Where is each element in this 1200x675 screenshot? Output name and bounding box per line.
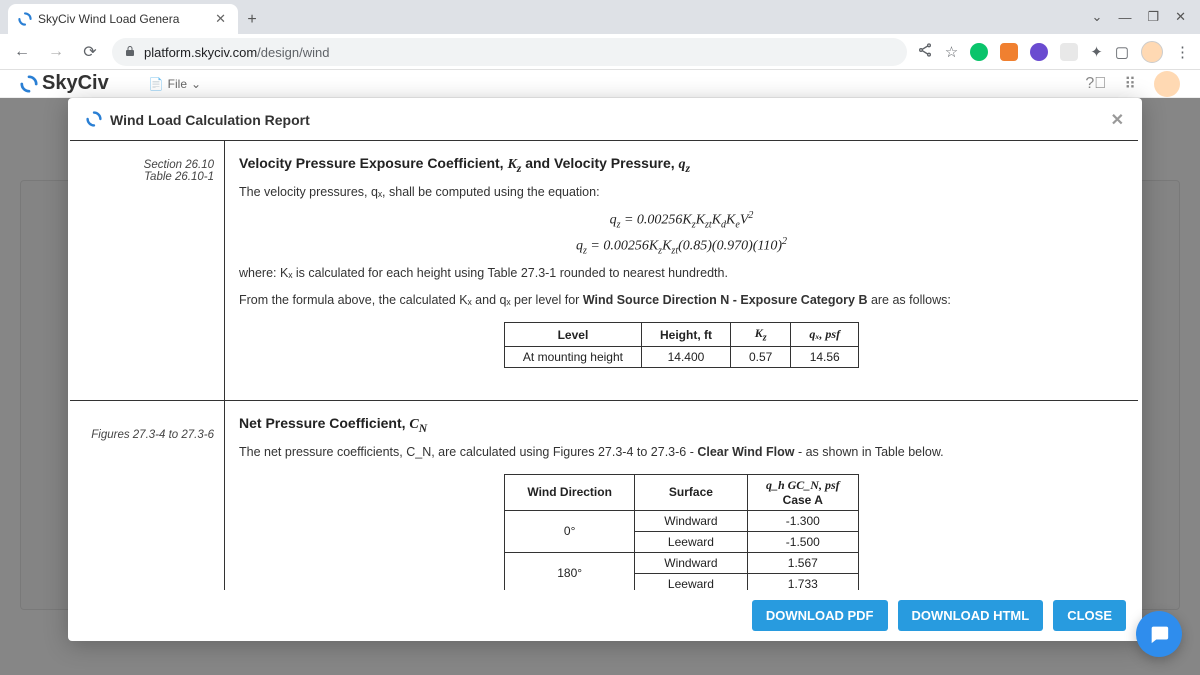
chat-bubble-button[interactable] — [1136, 611, 1182, 657]
section-content: Net Pressure Coefficient, CN The net pre… — [225, 401, 1138, 590]
share-icon[interactable] — [917, 42, 933, 62]
section-intro: The net pressure coefficients, C_N, are … — [239, 443, 1124, 462]
lock-icon — [124, 45, 136, 60]
modal-header: Wind Load Calculation Report ✕ — [68, 98, 1142, 140]
tab-close-icon[interactable]: ✕ — [213, 11, 228, 27]
extension-icon[interactable] — [1030, 43, 1048, 61]
browser-tab[interactable]: SkyCiv Wind Load Genera ✕ — [8, 4, 238, 34]
reload-button[interactable]: ⟳ — [78, 40, 102, 64]
browser-toolbar: ← → ⟳ platform.skyciv.com/design/wind ☆ … — [0, 34, 1200, 70]
help-icon[interactable]: ?⃝ — [1085, 75, 1106, 93]
apps-icon[interactable]: ⠿ — [1124, 74, 1136, 94]
toolbar-right: ☆ ✦ ▢ ⋮ — [917, 41, 1190, 63]
section-intro: The velocity pressures, qₓ, shall be com… — [239, 183, 1124, 202]
section-reference: Section 26.10 Table 26.10-1 — [70, 141, 225, 400]
forward-button[interactable]: → — [44, 40, 68, 64]
app-logo[interactable]: SkyCiv — [20, 72, 109, 95]
restore-icon[interactable]: ❐ — [1147, 9, 1159, 25]
from-formula: From the formula above, the calculated K… — [239, 291, 1124, 310]
star-icon[interactable]: ☆ — [945, 43, 958, 61]
close-icon[interactable]: ✕ — [1111, 110, 1124, 130]
skyciv-logo-icon — [86, 111, 102, 130]
url-text: platform.skyciv.com/design/wind — [144, 45, 329, 60]
equation: qz = 0.00256KzKztKdKeV2 — [239, 210, 1124, 230]
new-tab-button[interactable]: + — [238, 6, 266, 34]
extension-icon[interactable] — [1000, 43, 1018, 61]
net-pressure-table: Wind Direction Surface q_h GC_N, psf Cas… — [504, 474, 858, 590]
section-content: Velocity Pressure Exposure Coefficient, … — [225, 141, 1138, 400]
table-header-row: Wind Direction Surface q_h GC_N, psf Cas… — [505, 474, 858, 510]
file-menu[interactable]: 📄 File ⌄ — [149, 77, 201, 91]
download-html-button[interactable]: DOWNLOAD HTML — [898, 600, 1044, 631]
report: Section 26.10 Table 26.10-1 Velocity Pre… — [70, 140, 1138, 590]
velocity-pressure-table: Level Height, ft Kz qₓ, psf At mounting … — [504, 322, 859, 368]
app-header: SkyCiv 📄 File ⌄ ?⃝ ⠿ — [0, 70, 1200, 98]
browser-chrome: SkyCiv Wind Load Genera ✕ + ⌄ — ❐ ✕ ← → … — [0, 0, 1200, 70]
menu-icon[interactable]: ⋮ — [1175, 43, 1190, 61]
report-section-velocity-pressure: Section 26.10 Table 26.10-1 Velocity Pre… — [70, 141, 1138, 401]
extension-icon[interactable] — [970, 43, 988, 61]
table-row: 180° Windward 1.567 — [505, 552, 858, 573]
equation: qz = 0.00256KzKzt(0.85)(0.970)(110)2 — [239, 236, 1124, 256]
file-icon: 📄 — [149, 77, 164, 91]
window-close-icon[interactable]: ✕ — [1175, 9, 1186, 25]
section-title: Net Pressure Coefficient, CN — [239, 415, 1124, 435]
app-header-right: ?⃝ ⠿ — [1085, 71, 1180, 97]
user-avatar[interactable] — [1154, 71, 1180, 97]
modal-title: Wind Load Calculation Report — [110, 112, 310, 128]
address-bar[interactable]: platform.skyciv.com/design/wind — [112, 38, 907, 66]
table-row: At mounting height 14.400 0.57 14.56 — [504, 347, 858, 368]
panel-icon[interactable]: ▢ — [1115, 43, 1129, 61]
extensions-icon[interactable]: ✦ — [1090, 43, 1103, 61]
table-row: 0° Windward -1.300 — [505, 510, 858, 531]
modal-footer: DOWNLOAD PDF DOWNLOAD HTML CLOSE — [68, 590, 1142, 641]
close-button[interactable]: CLOSE — [1053, 600, 1126, 631]
modal-body[interactable]: Section 26.10 Table 26.10-1 Velocity Pre… — [68, 140, 1142, 590]
chevron-down-icon: ⌄ — [191, 77, 201, 91]
tab-title: SkyCiv Wind Load Genera — [38, 12, 207, 26]
profile-avatar[interactable] — [1141, 41, 1163, 63]
extension-icon[interactable] — [1060, 43, 1078, 61]
section-title: Velocity Pressure Exposure Coefficient, … — [239, 155, 1124, 175]
download-pdf-button[interactable]: DOWNLOAD PDF — [752, 600, 888, 631]
minimize-icon[interactable]: — — [1118, 10, 1131, 25]
section-reference: Figures 27.3-4 to 27.3-6 — [70, 401, 225, 590]
tab-bar: SkyCiv Wind Load Genera ✕ + ⌄ — ❐ ✕ — [0, 0, 1200, 34]
back-button[interactable]: ← — [10, 40, 34, 64]
window-controls: ⌄ — ❐ ✕ — [1092, 0, 1200, 34]
report-section-net-pressure: Figures 27.3-4 to 27.3-6 Net Pressure Co… — [70, 401, 1138, 590]
report-modal: Wind Load Calculation Report ✕ Section 2… — [68, 98, 1142, 641]
chat-icon — [1148, 623, 1170, 645]
table-header-row: Level Height, ft Kz qₓ, psf — [504, 322, 858, 346]
chevron-down-icon[interactable]: ⌄ — [1092, 9, 1103, 25]
skyciv-favicon-icon — [18, 12, 32, 26]
where-clause: where: Kₓ is calculated for each height … — [239, 264, 1124, 283]
